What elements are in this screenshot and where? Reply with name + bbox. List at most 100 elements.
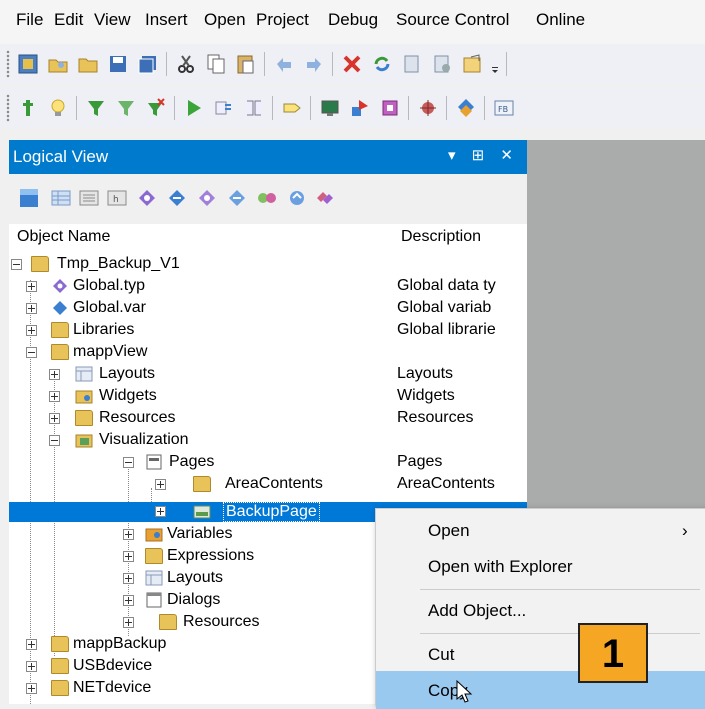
tree-label: Tmp_Backup_V1 <box>57 255 180 272</box>
menu-item-add-object[interactable]: Add Object... <box>376 591 705 629</box>
cube-icon[interactable] <box>17 186 41 210</box>
breakpoint-icon[interactable] <box>278 94 306 122</box>
expand-toggle-icon[interactable] <box>155 479 166 490</box>
menu-item-open[interactable]: Open › <box>376 511 705 549</box>
grid-view-icon[interactable] <box>49 186 73 210</box>
filter-remove-icon[interactable] <box>112 94 140 122</box>
refresh-icon[interactable] <box>368 50 396 78</box>
menu-source-control[interactable]: Source Control <box>396 10 509 30</box>
expand-toggle-icon[interactable] <box>49 413 60 424</box>
collapse-toggle-icon[interactable] <box>49 435 60 446</box>
open-folder-icon[interactable] <box>74 50 102 78</box>
list-view-icon[interactable] <box>77 186 101 210</box>
add-variable-alt-icon[interactable] <box>225 186 249 210</box>
add-datatype-icon[interactable] <box>135 186 159 210</box>
unlink-icon[interactable] <box>313 186 337 210</box>
save-icon[interactable] <box>104 50 132 78</box>
menu-file[interactable]: File <box>16 10 43 30</box>
deploy-icon[interactable] <box>452 94 480 122</box>
undo-icon[interactable] <box>270 50 298 78</box>
tree-row-visualization[interactable]: Visualization <box>9 430 527 452</box>
watch-icon[interactable] <box>240 94 268 122</box>
tree-label: mappBackup <box>73 635 167 652</box>
menu-online[interactable]: Online <box>536 10 585 30</box>
tree-label: Resources <box>183 613 260 630</box>
monitor-icon[interactable] <box>316 94 344 122</box>
document-settings-icon[interactable] <box>428 50 456 78</box>
tree-row-global-var[interactable]: Global.var Global variab <box>9 298 527 320</box>
filter-add-icon[interactable] <box>142 94 170 122</box>
expand-toggle-icon[interactable] <box>123 595 134 606</box>
sync-icon[interactable] <box>285 186 309 210</box>
folder-icon <box>159 614 177 630</box>
new-project-icon[interactable] <box>14 50 42 78</box>
link-icon[interactable] <box>255 186 279 210</box>
expand-toggle-icon[interactable] <box>155 506 166 517</box>
transfer-icon[interactable] <box>346 94 374 122</box>
add-datatype-alt-icon[interactable] <box>195 186 219 210</box>
open-icon[interactable] <box>44 50 72 78</box>
column-header-description[interactable]: Description <box>401 228 481 246</box>
toolbar-overflow-icon[interactable] <box>488 50 502 78</box>
expand-toggle-icon[interactable] <box>26 303 37 314</box>
folder-icon <box>145 548 163 564</box>
menu-open[interactable]: Open <box>204 10 246 30</box>
config-icon[interactable] <box>376 94 404 122</box>
expand-toggle-icon[interactable] <box>26 281 37 292</box>
tree-row-pages[interactable]: Pages Pages <box>9 452 527 474</box>
expand-toggle-icon[interactable] <box>26 639 37 650</box>
run-icon[interactable] <box>180 94 208 122</box>
redo-icon[interactable] <box>300 50 328 78</box>
collapse-toggle-icon[interactable] <box>123 457 134 468</box>
hierarchy-view-icon[interactable]: h <box>105 186 129 210</box>
step-icon[interactable] <box>210 94 238 122</box>
cut-icon[interactable] <box>172 50 200 78</box>
copy-icon[interactable] <box>202 50 230 78</box>
paste-icon[interactable] <box>232 50 260 78</box>
toolbar-grip[interactable] <box>6 50 10 78</box>
menu-item-copy[interactable]: Copy <box>376 671 705 709</box>
menu-debug[interactable]: Debug <box>328 10 378 30</box>
menu-view[interactable]: View <box>94 10 131 30</box>
save-all-icon[interactable] <box>134 50 162 78</box>
collapse-toggle-icon[interactable] <box>26 347 37 358</box>
menu-item-cut[interactable]: Cut <box>376 635 705 673</box>
collapse-toggle-icon[interactable] <box>11 259 22 270</box>
add-variable-icon[interactable] <box>165 186 189 210</box>
fb-icon[interactable]: FB <box>490 94 518 122</box>
expand-toggle-icon[interactable] <box>49 369 60 380</box>
tree-row-project[interactable]: Tmp_Backup_V1 <box>9 254 527 276</box>
expand-toggle-icon[interactable] <box>123 617 134 628</box>
expand-toggle-icon[interactable] <box>49 391 60 402</box>
menu-project[interactable]: Project <box>256 10 309 30</box>
tree-row-widgets[interactable]: Widgets Widgets <box>9 386 527 408</box>
expand-toggle-icon[interactable] <box>123 573 134 584</box>
tree-row-resources[interactable]: Resources Resources <box>9 408 527 430</box>
bug-icon[interactable] <box>414 94 442 122</box>
properties-icon[interactable] <box>458 50 486 78</box>
standard-toolbar <box>0 44 705 84</box>
delete-icon[interactable] <box>338 50 366 78</box>
filter-icon[interactable] <box>82 94 110 122</box>
expand-toggle-icon[interactable] <box>123 529 134 540</box>
panel-window-controls[interactable]: ▾ ⊞ ✕ <box>448 146 519 164</box>
tree-row-mappview[interactable]: mappView <box>9 342 527 364</box>
variable-icon <box>53 301 67 315</box>
menu-insert[interactable]: Insert <box>145 10 188 30</box>
toolbar-grip[interactable] <box>6 94 10 122</box>
tree-row-global-typ[interactable]: Global.typ Global data ty <box>9 276 527 298</box>
build-icon[interactable] <box>14 94 42 122</box>
tree-row-layouts[interactable]: Layouts Layouts <box>9 364 527 386</box>
tree-label: Expressions <box>167 547 255 564</box>
document-icon[interactable] <box>398 50 426 78</box>
expand-toggle-icon[interactable] <box>26 661 37 672</box>
menu-edit[interactable]: Edit <box>54 10 83 30</box>
column-header-name[interactable]: Object Name <box>17 228 110 246</box>
expand-toggle-icon[interactable] <box>123 551 134 562</box>
menu-item-open-with-explorer[interactable]: Open with Explorer <box>376 547 705 585</box>
lightbulb-icon[interactable] <box>44 94 72 122</box>
expand-toggle-icon[interactable] <box>26 683 37 694</box>
tree-row-libraries[interactable]: Libraries Global librarie <box>9 320 527 342</box>
expand-toggle-icon[interactable] <box>26 325 37 336</box>
tree-row-areacontents[interactable]: AreaContents AreaContents <box>9 474 527 496</box>
